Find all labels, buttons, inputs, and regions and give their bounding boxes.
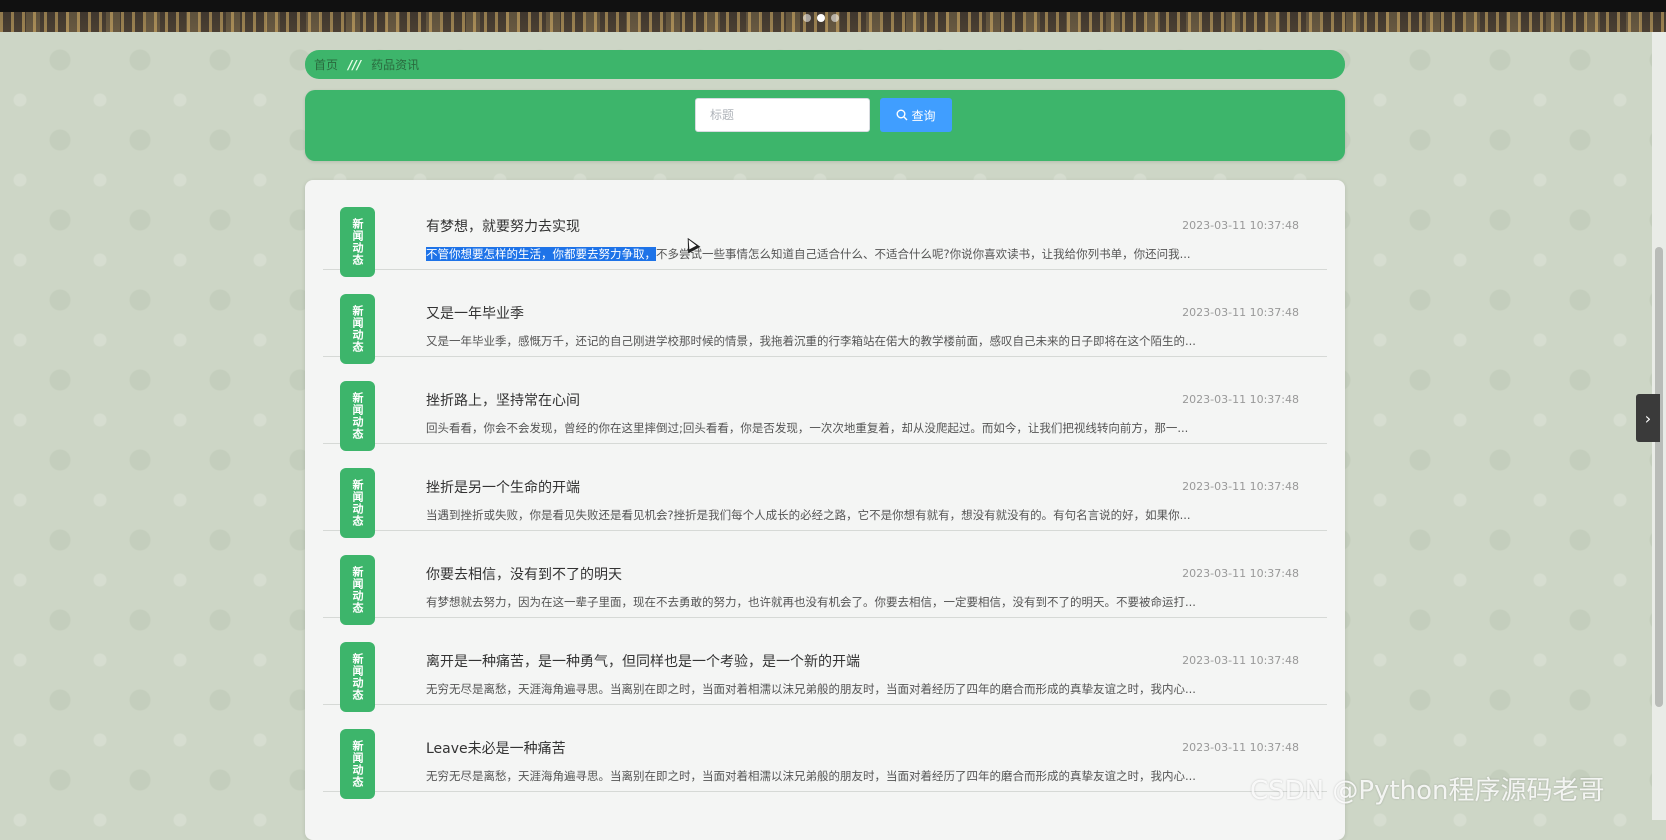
news-title[interactable]: 有梦想，就要努力去实现 (426, 216, 580, 236)
carousel-dot-active[interactable] (817, 14, 825, 22)
scrollbar-thumb[interactable] (1655, 247, 1663, 707)
news-item[interactable]: 新闻动态 挫折是另一个生命的开端 2023-03-11 10:37:48 当遇到… (323, 441, 1327, 538)
carousel-dot[interactable] (803, 14, 811, 22)
news-title[interactable]: 离开是一种痛苦，是一种勇气，但同样也是一个考验，是一个新的开端 (426, 651, 860, 671)
banner-carousel-dots (803, 14, 839, 22)
search-button[interactable]: 查询 (880, 98, 952, 132)
news-title[interactable]: 挫折路上，坚持常在心间 (426, 390, 580, 410)
news-item[interactable]: 新闻动态 Leave未必是一种痛苦 2023-03-11 10:37:48 无穷… (323, 702, 1327, 799)
news-title[interactable]: 又是一年毕业季 (426, 303, 524, 323)
news-time: 2023-03-11 10:37:48 (1182, 741, 1299, 754)
news-time: 2023-03-11 10:37:48 (1182, 393, 1299, 406)
news-list: 新闻动态 有梦想，就要努力去实现 2023-03-11 10:37:48 不管你… (305, 180, 1345, 840)
news-summary: 有梦想就去努力，因为在这一辈子里面，现在不去勇敢的努力，也许就再也没有机会了。你… (426, 595, 1196, 609)
news-summary: 无穷无尽是离愁，天涯海角遍寻思。当离别在即之时，当面对着相濡以沫兄弟般的朋友时，… (426, 682, 1196, 696)
news-summary: 回头看看，你会不会发现，曾经的你在这里摔倒过;回头看看，你是否发现，一次次地重复… (426, 421, 1189, 435)
carousel-dot[interactable] (831, 14, 839, 22)
news-summary: 当遇到挫折或失败，你是看见失败还是看见机会?挫折是我们每个人成长的必经之路，它不… (426, 508, 1191, 522)
breadcrumb: 首页 /// 药品资讯 (305, 50, 1345, 79)
news-time: 2023-03-11 10:37:48 (1182, 306, 1299, 319)
news-title[interactable]: Leave未必是一种痛苦 (426, 738, 566, 758)
banner-top-strip (0, 0, 1666, 12)
search-button-label: 查询 (911, 108, 936, 123)
watermark-text: CSDN @Python程序源码老哥 (1250, 776, 1605, 806)
news-title[interactable]: 你要去相信，没有到不了的明天 (426, 564, 622, 584)
news-item[interactable]: 新闻动态 挫折路上，坚持常在心间 2023-03-11 10:37:48 回头看… (323, 354, 1327, 451)
news-item[interactable]: 新闻动态 你要去相信，没有到不了的明天 2023-03-11 10:37:48 … (323, 528, 1327, 625)
news-summary: 不管你想要怎样的生活，你都要去努力争取，不多尝试一些事情怎么知道自己适合什么、不… (426, 246, 1246, 262)
news-time: 2023-03-11 10:37:48 (1182, 480, 1299, 493)
news-time: 2023-03-11 10:37:48 (1182, 567, 1299, 580)
breadcrumb-separator: /// (348, 57, 362, 72)
news-summary: 无穷无尽是离愁，天涯海角遍寻思。当离别在即之时，当面对着相濡以沫兄弟般的朋友时，… (426, 769, 1196, 783)
news-summary-text: 不多尝试一些事情怎么知道自己适合什么、不适合什么呢?你说你喜欢读书，让我给你列书… (656, 247, 1191, 261)
title-search-input[interactable] (695, 98, 870, 132)
news-time: 2023-03-11 10:37:48 (1182, 654, 1299, 667)
search-icon (896, 109, 908, 121)
news-badge: 新闻动态 (340, 729, 375, 799)
news-summary: 又是一年毕业季，感慨万千，还记的自己刚进学校那时候的情景，我拖着沉重的行李箱站在… (426, 334, 1196, 348)
top-banner (0, 0, 1666, 32)
news-time: 2023-03-11 10:37:48 (1182, 219, 1299, 232)
news-item[interactable]: 新闻动态 又是一年毕业季 2023-03-11 10:37:48 又是一年毕业季… (323, 267, 1327, 364)
news-item[interactable]: 新闻动态 离开是一种痛苦，是一种勇气，但同样也是一个考验，是一个新的开端 202… (323, 615, 1327, 712)
news-item[interactable]: 新闻动态 有梦想，就要努力去实现 2023-03-11 10:37:48 不管你… (323, 180, 1327, 277)
breadcrumb-home[interactable]: 首页 (314, 56, 338, 73)
breadcrumb-current: 药品资讯 (371, 58, 420, 72)
news-title[interactable]: 挫折是另一个生命的开端 (426, 477, 580, 497)
side-expand-arrow-icon[interactable]: › (1636, 394, 1660, 442)
search-panel: 查询 (305, 90, 1345, 161)
news-summary-selected-text: 不管你想要怎样的生活，你都要去努力争取， (426, 247, 656, 261)
